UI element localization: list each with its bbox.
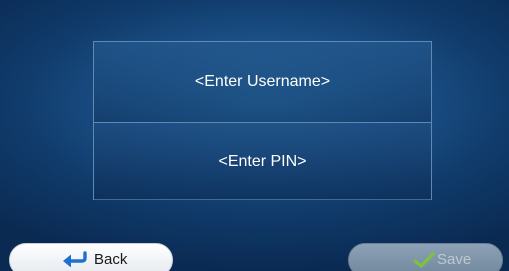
back-button-label: Back (94, 251, 128, 268)
login-screen: <Enter Username> <Enter PIN> Back Save (0, 0, 509, 271)
username-field[interactable]: <Enter Username> (94, 42, 431, 122)
pin-placeholder: <Enter PIN> (218, 152, 307, 170)
login-form: <Enter Username> <Enter PIN> (93, 41, 432, 200)
back-arrow-icon (63, 251, 87, 267)
save-button[interactable]: Save (348, 243, 503, 271)
checkmark-icon (413, 252, 435, 268)
back-button[interactable]: Back (9, 243, 173, 271)
save-button-label: Save (437, 251, 472, 268)
username-placeholder: <Enter Username> (194, 73, 331, 90)
pin-field[interactable]: <Enter PIN> (94, 123, 431, 200)
